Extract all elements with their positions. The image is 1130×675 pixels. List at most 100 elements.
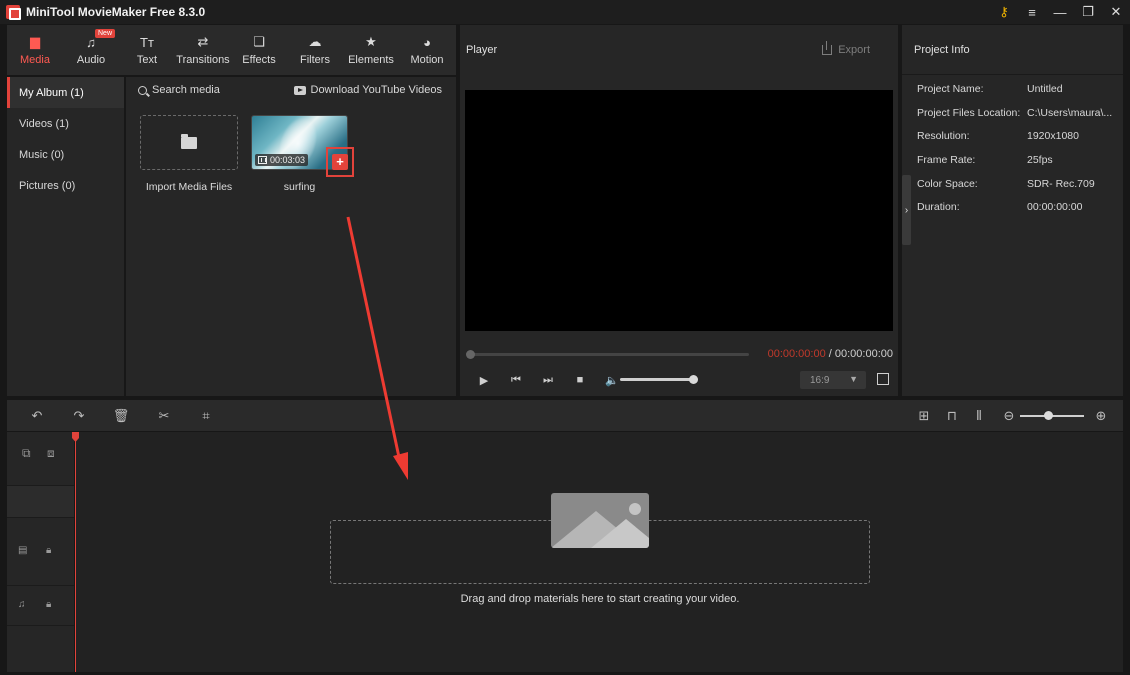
sidebar-item-pictures[interactable]: Pictures (0): [7, 170, 124, 201]
previous-frame-icon[interactable]: ⏮: [500, 370, 532, 390]
collapse-panel-handle[interactable]: ›: [902, 175, 911, 245]
maximize-icon[interactable]: ❐: [1074, 0, 1102, 24]
video-track-icon: ▤: [18, 545, 28, 556]
lock-icon[interactable]: 🔒︎: [46, 599, 51, 610]
download-youtube-button[interactable]: Download YouTube Videos: [293, 77, 443, 103]
clip-duration-badge: 00:03:03: [255, 154, 309, 166]
sidebar-item-videos[interactable]: Videos (1): [7, 108, 124, 139]
resolution-value: 1920x1080: [1027, 130, 1079, 142]
playback-controls: ▶ ⏮ ⏭ ■ 🔈: [468, 370, 628, 390]
redo-icon[interactable]: ↷: [65, 400, 93, 431]
stop-icon[interactable]: ■: [564, 370, 596, 390]
track-header-top: ⧉ ⧈: [7, 432, 74, 486]
tab-text[interactable]: Tт Text: [119, 25, 175, 75]
tab-filters[interactable]: ☁ Filters: [287, 25, 343, 75]
search-media-input[interactable]: Search media: [152, 84, 220, 96]
tab-transitions[interactable]: ⇄ Transitions: [175, 25, 231, 75]
import-media-button[interactable]: [140, 115, 238, 170]
menu-icon[interactable]: ≡: [1018, 0, 1046, 24]
project-info-panel: Project Info Project Name: Untitled Proj…: [902, 25, 1123, 396]
text-icon: Tт: [140, 34, 154, 50]
tab-media[interactable]: ▆ Media: [7, 25, 63, 75]
player-title: Player: [466, 44, 498, 56]
add-to-timeline-button[interactable]: +: [326, 147, 354, 177]
sun-shape: [629, 503, 641, 515]
media-library: Search media Download YouTube Videos Imp…: [126, 77, 456, 396]
audio-split-icon[interactable]: ⦀: [965, 400, 993, 431]
app-logo-icon: [6, 5, 21, 20]
fullscreen-icon[interactable]: [877, 373, 889, 385]
next-frame-icon[interactable]: ⏭: [532, 370, 564, 390]
effects-icon: ❏: [253, 34, 265, 49]
export-icon: [822, 41, 833, 55]
volume-handle[interactable]: [689, 375, 698, 384]
import-media-label: Import Media Files: [145, 181, 233, 193]
aspect-ratio-value: 16:9: [810, 374, 830, 386]
clip-duration: 00:03:03: [270, 155, 306, 165]
media-folder-icon: ▆: [30, 34, 40, 49]
search-icon: [138, 85, 147, 95]
sidebar-item-music[interactable]: Music (0): [7, 139, 124, 170]
duration-label: Duration:: [917, 201, 960, 213]
tab-label: Audio: [76, 54, 106, 66]
undo-icon[interactable]: ↶: [23, 400, 51, 431]
lock-icon[interactable]: 🔒︎: [46, 545, 51, 556]
plus-icon: +: [332, 154, 348, 170]
zoom-out-icon[interactable]: ⊖: [995, 400, 1023, 431]
track-manager-icon[interactable]: ⧈: [47, 446, 55, 461]
split-icon[interactable]: ✂: [150, 400, 178, 431]
tab-motion[interactable]: ◕ Motion: [399, 25, 455, 75]
project-location-value: C:\Users\maura\...: [1027, 107, 1113, 119]
crop-icon[interactable]: ⌗: [192, 400, 220, 431]
timecode: 00:00:00:00 / 00:00:00:00: [768, 348, 893, 360]
project-location-label: Project Files Location:: [917, 107, 1021, 119]
music-track-icon: ♫: [18, 599, 26, 610]
magnet-icon[interactable]: ⊓: [938, 400, 966, 431]
export-label: Export: [838, 44, 870, 56]
delete-icon[interactable]: 🗑: [107, 400, 135, 431]
export-button[interactable]: Export: [822, 25, 870, 75]
tab-label: Media: [20, 54, 50, 66]
frame-rate-value: 25fps: [1027, 154, 1053, 166]
player-panel: Player Export 00:00:00:00 / 00:00:00:00 …: [460, 25, 898, 396]
close-icon[interactable]: ✕: [1102, 0, 1130, 24]
minimize-icon[interactable]: —: [1046, 0, 1074, 24]
volume-slider[interactable]: [620, 378, 692, 381]
filters-icon: ☁: [308, 34, 322, 49]
tab-label: Effects: [242, 54, 276, 66]
sidebar-item-my-album[interactable]: My Album (1): [7, 77, 124, 108]
image-placeholder-icon: [551, 493, 649, 548]
playback-progress-bar[interactable]: [469, 353, 749, 356]
key-icon[interactable]: ⚷: [990, 0, 1018, 24]
video-preview[interactable]: [465, 90, 893, 331]
tool-tabs: ▆ Media New ♫ Audio Tт Text ⇄ Transition…: [7, 25, 456, 75]
drop-hint-text: Drag and drop materials here to start cr…: [460, 593, 740, 605]
playback-progress-handle[interactable]: [466, 350, 475, 359]
tab-label: Motion: [410, 54, 444, 66]
current-time: 00:00:00:00: [767, 348, 826, 360]
color-space-value: SDR- Rec.709: [1027, 178, 1095, 190]
fit-timeline-icon[interactable]: ⊞: [910, 400, 938, 431]
mountain-shape: [591, 519, 649, 548]
title-bar: MiniTool MovieMaker Free 8.3.0 ⚷ ≡ — ❐ ✕: [0, 0, 1130, 24]
tab-audio[interactable]: New ♫ Audio: [63, 25, 119, 75]
youtube-label: Download YouTube Videos: [310, 84, 443, 96]
tab-label: Filters: [300, 54, 330, 66]
track-header-text: [7, 486, 74, 518]
tab-elements[interactable]: ★ Elements: [343, 25, 399, 75]
zoom-in-icon[interactable]: ⊕: [1087, 400, 1115, 431]
tab-effects[interactable]: ❏ Effects: [231, 25, 287, 75]
tab-label: Transitions: [176, 54, 230, 66]
aspect-ratio-select[interactable]: 16:9 ▼: [800, 371, 866, 389]
track-header-audio: ♫ 🔒︎: [7, 586, 74, 626]
album-sidebar: My Album (1) Videos (1) Music (0) Pictur…: [7, 77, 124, 396]
timeline-zoom-handle[interactable]: [1044, 411, 1053, 420]
color-space-label: Color Space:: [917, 178, 978, 190]
play-icon[interactable]: ▶: [468, 370, 500, 390]
add-track-icon[interactable]: ⧉: [22, 446, 31, 461]
youtube-icon: [293, 85, 306, 95]
time-separator: /: [825, 348, 835, 360]
project-name-label: Project Name:: [917, 83, 984, 95]
track-header-video: ▤ 🔒︎: [7, 518, 74, 586]
app-title: MiniTool MovieMaker Free 8.3.0: [26, 5, 206, 19]
